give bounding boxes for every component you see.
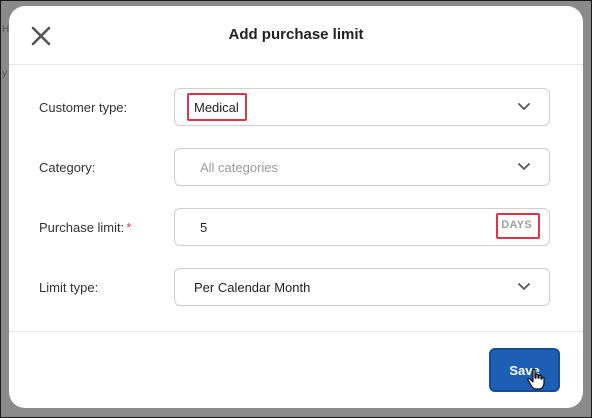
purchase-limit-label: Purchase limit: * [39,220,131,235]
highlight-box [187,93,247,121]
limit-type-select[interactable]: Per Calendar Month [174,268,550,306]
required-mark: * [126,220,132,235]
add-purchase-limit-dialog: Add purchase limit Customer type: Medica… [9,6,583,408]
footer-divider [9,331,583,332]
category-select[interactable]: All categories [174,148,550,186]
save-button[interactable]: Save [489,348,560,392]
customer-type-label: Customer type: [39,100,128,115]
purchase-limit-input[interactable]: 5 DAYS [174,208,550,246]
dialog-title: Add purchase limit [228,26,364,43]
dialog-header: Add purchase limit [9,6,583,65]
category-placeholder: All categories [200,160,279,175]
hand-cursor-icon [527,368,545,390]
purchase-limit-value: 5 [200,220,208,235]
chevron-down-icon [518,103,530,110]
limit-type-label: Limit type: [39,280,99,295]
chevron-down-icon [518,163,530,170]
limit-type-value: Per Calendar Month [194,280,311,295]
highlight-box [496,213,540,239]
purchase-limit-label-text: Purchase limit: [39,220,125,235]
chevron-down-icon [518,283,530,290]
background-text: y [2,68,7,79]
category-label: Category: [39,160,96,175]
